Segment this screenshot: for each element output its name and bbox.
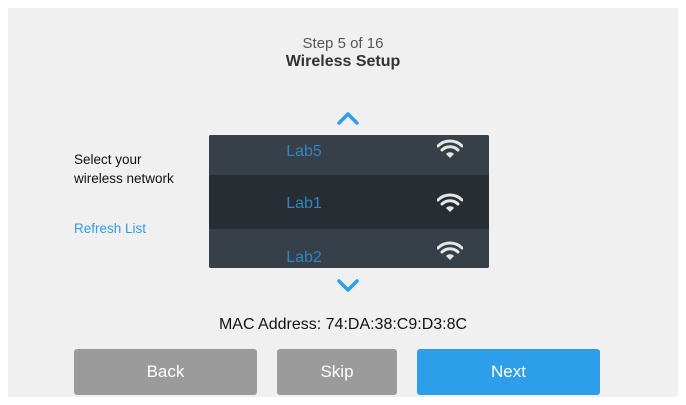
refresh-list-link[interactable]: Refresh List	[74, 221, 146, 236]
network-item-lab1[interactable]: Lab1	[209, 175, 489, 229]
next-button[interactable]: Next	[417, 349, 600, 395]
wifi-icon	[436, 139, 464, 164]
network-name: Lab5	[286, 143, 322, 160]
scroll-up-chevron-icon[interactable]	[336, 110, 360, 126]
page-title: Wireless Setup	[285, 53, 401, 70]
mac-address: MAC Address: 74:DA:38:C9:D3:8C	[218, 316, 468, 333]
wifi-icon	[436, 193, 464, 218]
step-indicator: Step 5 of 16	[302, 35, 384, 52]
back-button[interactable]: Back	[74, 349, 257, 395]
network-item-lab5[interactable]: Lab5	[209, 135, 489, 175]
network-list: Lab5 Lab1 Lab2	[209, 135, 489, 268]
network-item-lab2[interactable]: Lab2	[209, 229, 489, 268]
wifi-icon	[436, 241, 464, 266]
scroll-down-chevron-icon[interactable]	[336, 278, 360, 294]
select-network-label: Select your wireless network	[74, 152, 174, 186]
network-name: Lab2	[286, 249, 322, 266]
skip-button[interactable]: Skip	[277, 349, 397, 395]
network-name: Lab1	[286, 195, 322, 212]
